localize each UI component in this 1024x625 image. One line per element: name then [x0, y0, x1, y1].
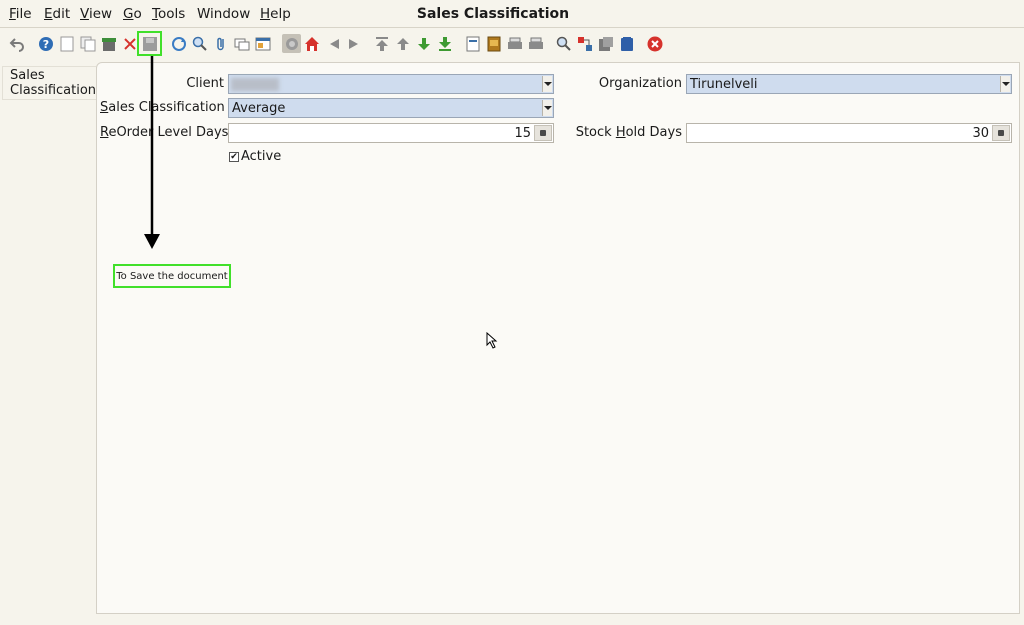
find-icon[interactable] — [191, 35, 208, 52]
grid-toggle-icon[interactable] — [254, 35, 271, 52]
client-value-redacted — [231, 78, 279, 91]
previous-record-icon[interactable] — [394, 35, 411, 52]
reorder-label-text: eOrder Level Days — [108, 125, 229, 140]
archive-icon[interactable] — [100, 35, 117, 52]
active-checkbox[interactable]: ✔ — [229, 152, 239, 162]
home-icon[interactable] — [303, 35, 320, 52]
reorder-level-days-field[interactable]: 15 — [228, 123, 554, 143]
sales-classification-value: Average — [232, 101, 286, 116]
stock-hold-days-field[interactable]: 30 — [686, 123, 1012, 143]
mouse-pointer-icon — [486, 332, 498, 349]
chat-icon[interactable] — [233, 35, 250, 52]
zoom-across-icon[interactable] — [555, 35, 572, 52]
organization-combo[interactable]: Tirunelveli — [686, 74, 1012, 94]
reorder-level-days-value: 15 — [514, 126, 531, 141]
menu-bar: File Edit View Go Tools Window Help Sale… — [0, 0, 1024, 28]
client-dropdown-icon[interactable] — [542, 76, 552, 92]
annotation-note: To Save the document — [113, 264, 231, 288]
archived-docs-icon[interactable] — [485, 35, 502, 52]
record-panel — [96, 62, 1020, 614]
stock-hold-calculator-icon[interactable] — [992, 125, 1010, 141]
print-preview-icon[interactable] — [506, 35, 523, 52]
first-record-icon[interactable] — [373, 35, 390, 52]
window-title: Sales Classification — [416, 6, 570, 22]
history-icon[interactable] — [282, 34, 301, 53]
annotation-arrow — [144, 56, 160, 249]
detail-record-icon[interactable] — [345, 35, 362, 52]
stock-hold-label-text: old Days — [625, 125, 682, 140]
print-icon[interactable] — [527, 35, 544, 52]
organization-label: Organization — [598, 76, 682, 91]
sales-classification-label-text: ales Classification — [108, 100, 225, 115]
workflow-icon[interactable] — [576, 35, 593, 52]
tab-label-line1: Sales — [10, 68, 45, 83]
sales-classification-combo[interactable]: Average — [228, 98, 554, 118]
reorder-calculator-icon[interactable] — [534, 125, 552, 141]
refresh-icon[interactable] — [170, 35, 187, 52]
tab-sales-classification[interactable]: Sales Classification — [2, 66, 96, 100]
parent-record-icon[interactable] — [325, 35, 342, 52]
save-icon[interactable] — [137, 31, 162, 56]
product-info-icon[interactable] — [597, 35, 614, 52]
next-record-icon[interactable] — [415, 35, 432, 52]
last-record-icon[interactable] — [436, 35, 453, 52]
stock-hold-days-label: Stock Hold Days — [560, 125, 682, 140]
organization-value: Tirunelveli — [690, 77, 758, 92]
request-icon[interactable] — [618, 35, 635, 52]
new-record-icon[interactable] — [58, 35, 75, 52]
organization-dropdown-icon[interactable] — [1000, 76, 1010, 92]
report-icon[interactable] — [464, 35, 481, 52]
attachment-icon[interactable] — [212, 35, 229, 52]
client-combo[interactable] — [228, 74, 554, 94]
stock-hold-mnemonic: H — [615, 125, 626, 140]
copy-record-icon[interactable] — [79, 35, 96, 52]
exit-icon[interactable] — [646, 35, 663, 52]
stock-hold-label-pre: Stock — [575, 125, 616, 140]
help-icon[interactable]: ? — [37, 35, 54, 52]
sales-classification-dropdown-icon[interactable] — [542, 100, 552, 116]
tab-label-line2: Classification — [10, 83, 97, 98]
delete-icon[interactable] — [121, 35, 138, 52]
undo-icon[interactable] — [8, 35, 25, 52]
stock-hold-days-value: 30 — [972, 126, 989, 141]
svg-text:?: ? — [42, 38, 48, 51]
active-label: Active — [241, 149, 282, 164]
